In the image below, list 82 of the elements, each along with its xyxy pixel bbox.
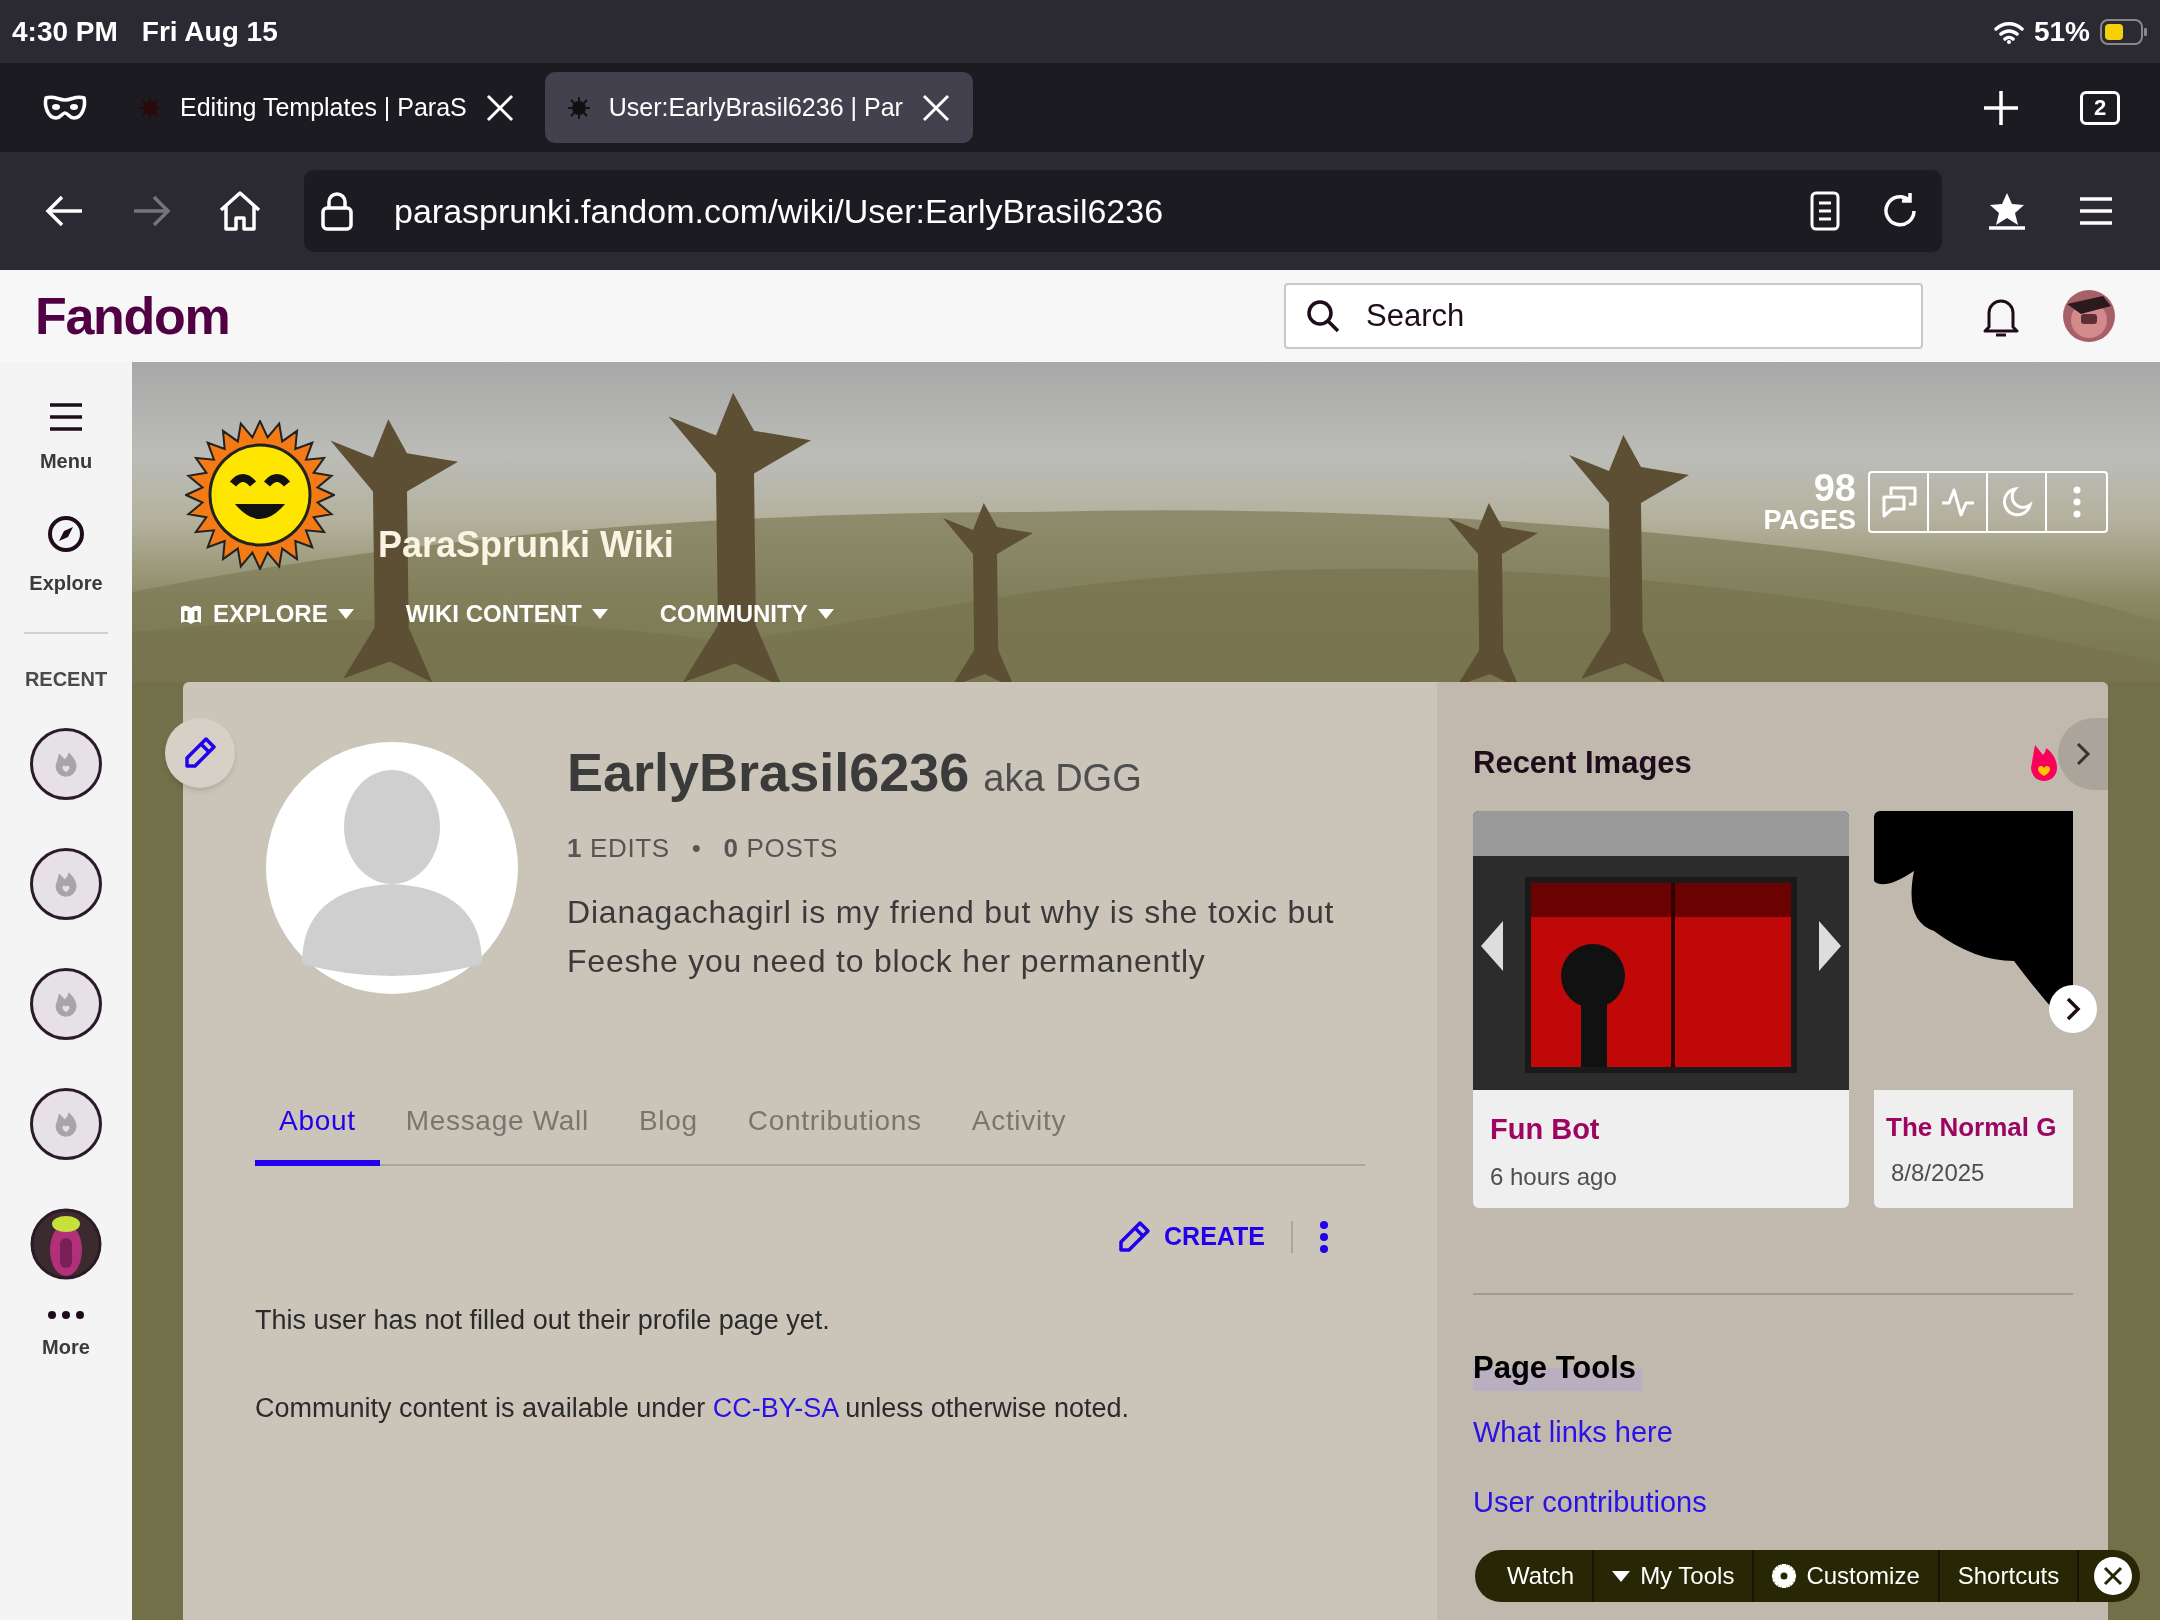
user-bio: Dianagachagirl is my friend but why is she toxic but Feeshe you need to block her permanently <box>567 893 1336 981</box>
kebab-icon <box>2071 485 2082 518</box>
battery-percent: 51% <box>2033 14 2090 49</box>
more-icon <box>47 1310 85 1320</box>
menu-icon[interactable] <box>2078 196 2114 226</box>
wiki-logo[interactable] <box>185 420 335 570</box>
toolbar-button[interactable]: Shortcuts <box>1939 1550 2080 1602</box>
stat-text: 1 EDITS <box>567 832 670 865</box>
caret-icon <box>591 609 608 619</box>
toolbar-button[interactable]: Customize <box>1754 1550 1940 1602</box>
status-date: Fri Aug 15 <box>141 14 278 49</box>
pulse-icon <box>1939 486 1976 517</box>
image-title[interactable]: Fun Bot <box>1490 1107 1849 1151</box>
sidebar-item[interactable]: Explore <box>29 514 103 598</box>
rail-heading: RECENT <box>24 667 108 692</box>
sidebar-item[interactable]: Menu <box>39 402 93 476</box>
pencil-icon <box>1116 1218 1153 1255</box>
image-card[interactable]: Fun Bot 6 hours ago <box>1473 810 1849 1208</box>
compass-icon <box>46 514 86 554</box>
toolbar-button[interactable]: Watch <box>1489 1550 1595 1602</box>
nav-menu[interactable]: WIKI CONTENT <box>405 596 608 632</box>
status-time: 4:30 PM <box>12 14 118 49</box>
nav-menu[interactable]: EXPLORE <box>179 596 354 632</box>
page-count-label: PAGES <box>1763 507 1856 534</box>
lock-icon <box>320 191 354 231</box>
license-link[interactable]: CC-BY-SA <box>712 1393 838 1423</box>
username: EarlyBrasil6236 <box>567 741 970 804</box>
image-card[interactable]: The Normal G 8/8/2025 <box>1874 810 2073 1208</box>
close-icon[interactable] <box>484 92 515 123</box>
browser-tab[interactable]: Editing Templates | ParaS <box>116 72 537 143</box>
caret-icon <box>817 609 834 619</box>
map-icon <box>179 603 203 625</box>
new-tab-icon[interactable] <box>1982 88 2020 127</box>
image-meta: 6 hours ago <box>1490 1162 1618 1192</box>
chevron-right-icon <box>2065 996 2081 1021</box>
favicon-icon <box>138 95 162 120</box>
search-icon <box>1306 299 1340 333</box>
speech-bubbles-icon <box>1880 484 1917 519</box>
home-icon[interactable] <box>218 190 262 232</box>
section-heading: Recent Images <box>1473 744 1692 782</box>
reader-view-icon[interactable] <box>1810 191 1840 231</box>
kebab-icon[interactable] <box>1319 1219 1329 1254</box>
private-mask-icon[interactable] <box>42 93 88 122</box>
close-icon[interactable] <box>920 92 951 123</box>
image-meta: 8/8/2025 <box>1891 1157 1986 1188</box>
chevron-right-icon <box>2075 742 2091 766</box>
settings-icon <box>1772 1564 1797 1588</box>
tab-count-button[interactable]: 2 <box>2080 90 2120 125</box>
sidebar-item[interactable]: More <box>42 1310 90 1362</box>
close-toolbar-button[interactable] <box>2094 1557 2132 1595</box>
pencil-icon <box>182 735 218 771</box>
empty-profile-note: This user has not filled out their profile page yet. <box>255 1303 831 1337</box>
carousel-next-button[interactable] <box>2049 984 2097 1033</box>
caret-icon <box>1612 1570 1631 1582</box>
wifi-icon <box>1993 19 2024 44</box>
user-alias: aka DGG <box>983 756 1142 801</box>
page-count: 98 <box>1813 469 1856 507</box>
create-button[interactable]: CREATE <box>1116 1218 1265 1256</box>
browser-tab[interactable]: User:EarlyBrasil6236 | Par <box>544 72 973 143</box>
close-icon <box>2103 1566 2123 1586</box>
tool-link[interactable]: What links here <box>1473 1411 1673 1455</box>
favicon-icon <box>566 95 591 120</box>
fandom-logo[interactable]: Fandom <box>35 277 230 355</box>
tool-link[interactable]: User contributions <box>1473 1480 1707 1524</box>
toolbar-button[interactable]: My Tools <box>1594 1550 1755 1602</box>
menu-icon <box>48 402 84 432</box>
stat-text: 0 POSTS <box>723 832 838 865</box>
search-field[interactable]: Search <box>1284 283 1923 349</box>
separator-dot: • <box>691 832 702 865</box>
url-text: parasprunki.fandom.com/wiki/User:EarlyBrasil6236 <box>394 190 1164 232</box>
address-bar[interactable]: parasprunki.fandom.com/wiki/User:EarlyBrasil6236 <box>304 170 1942 252</box>
profile-tab[interactable]: About <box>255 1082 380 1166</box>
nav-menu[interactable]: COMMUNITY <box>659 596 834 632</box>
tab-title: Editing Templates | ParaS <box>180 91 467 123</box>
flame-icon <box>2029 743 2059 784</box>
back-icon[interactable] <box>44 194 84 228</box>
caret-icon <box>337 609 354 619</box>
tab-title: User:EarlyBrasil6236 | Par <box>608 91 903 123</box>
moon-icon <box>2000 485 2033 518</box>
battery-icon <box>2100 18 2148 45</box>
image-title[interactable]: The Normal G <box>1886 1107 2073 1147</box>
license-note: Community content is available under CC-BY-SA unless otherwise noted. <box>255 1392 1130 1425</box>
